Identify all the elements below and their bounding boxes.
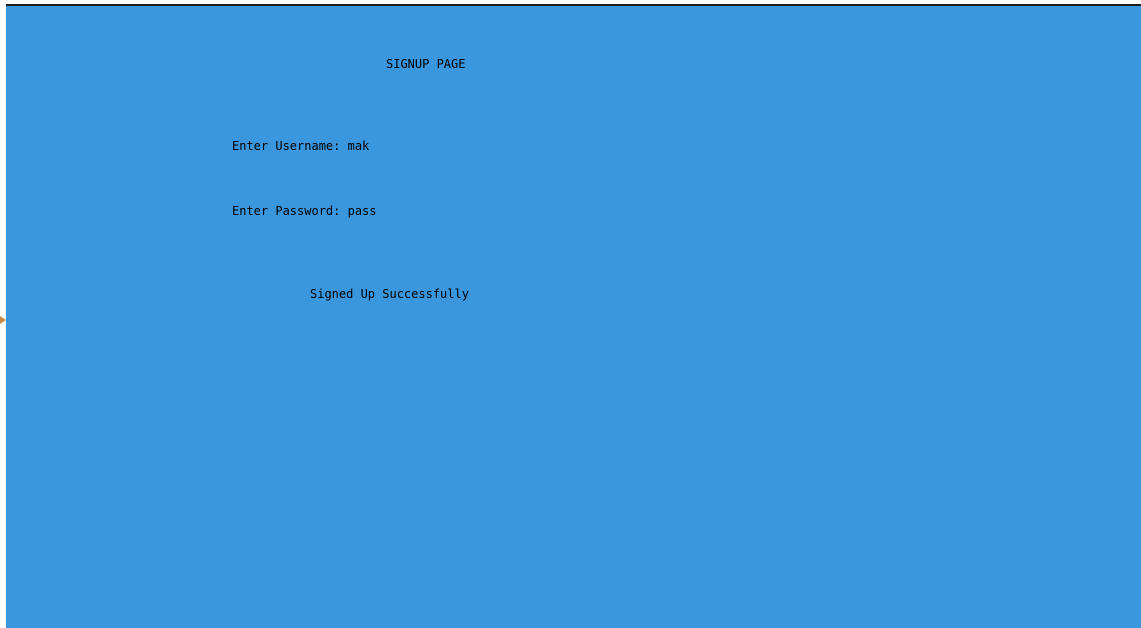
cursor-marker-icon: [0, 316, 6, 324]
username-value: mak: [347, 139, 370, 153]
status-message: Signed Up Successfully: [310, 287, 469, 301]
username-row: Enter Username: mak: [232, 138, 369, 154]
password-prompt: Enter Password:: [232, 204, 348, 218]
console-window[interactable]: SIGNUP PAGE Enter Username: mak Enter Pa…: [0, 4, 1141, 628]
username-prompt: Enter Username:: [232, 139, 348, 153]
password-value: pass: [347, 204, 377, 218]
password-row: Enter Password: pass: [232, 203, 377, 219]
page-title: SIGNUP PAGE: [386, 57, 466, 71]
